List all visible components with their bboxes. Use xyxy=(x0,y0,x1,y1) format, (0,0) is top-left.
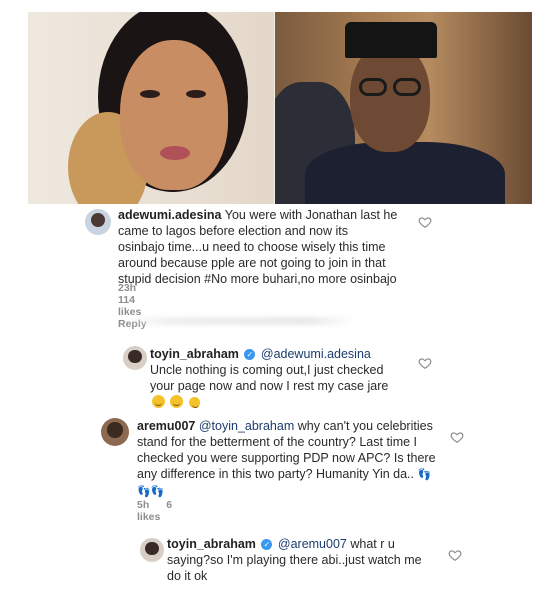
heart-icon[interactable] xyxy=(448,548,462,562)
glasses-right xyxy=(393,78,421,96)
man-suit xyxy=(305,142,505,204)
glasses-left xyxy=(359,78,387,96)
comment-likes[interactable]: 114 likes xyxy=(118,294,141,318)
emoji-icon xyxy=(188,397,200,408)
avatar[interactable] xyxy=(123,346,147,370)
comment-time: 5h xyxy=(137,499,150,511)
left-portrait xyxy=(28,12,275,204)
comment-username[interactable]: adewumi.adesina xyxy=(118,208,222,222)
avatar[interactable] xyxy=(85,209,111,235)
woman-eye-right xyxy=(186,90,206,98)
comment-username[interactable]: toyin_abraham xyxy=(167,537,256,551)
verified-badge-icon: ✓ xyxy=(244,349,256,360)
woman-face xyxy=(120,40,228,190)
comment-username[interactable]: toyin_abraham xyxy=(150,347,239,361)
comment-text: Uncle nothing is coming out,I just check… xyxy=(150,363,389,393)
woman-lips xyxy=(160,146,190,160)
comment-mention[interactable]: @aremu007 xyxy=(278,537,347,551)
blurred-divider xyxy=(125,317,355,325)
heart-icon[interactable] xyxy=(418,215,432,229)
avatar[interactable] xyxy=(101,418,129,446)
verified-badge-icon: ✓ xyxy=(261,539,273,550)
man-cap xyxy=(345,22,437,58)
comment-username[interactable]: aremu007 xyxy=(137,419,195,433)
emoji-icon xyxy=(152,395,165,408)
comment-mention[interactable]: @toyin_abraham xyxy=(199,419,294,433)
man-face xyxy=(350,42,430,152)
comment-time: 23h xyxy=(118,282,137,294)
emoji-icon xyxy=(170,395,184,408)
post-image[interactable] xyxy=(28,12,532,204)
heart-icon[interactable] xyxy=(450,430,464,444)
woman-eye-left xyxy=(140,90,160,98)
comment-mention[interactable]: @adewumi.adesina xyxy=(261,347,371,361)
avatar[interactable] xyxy=(140,538,164,562)
right-portrait xyxy=(275,12,532,204)
heart-icon[interactable] xyxy=(418,356,432,370)
